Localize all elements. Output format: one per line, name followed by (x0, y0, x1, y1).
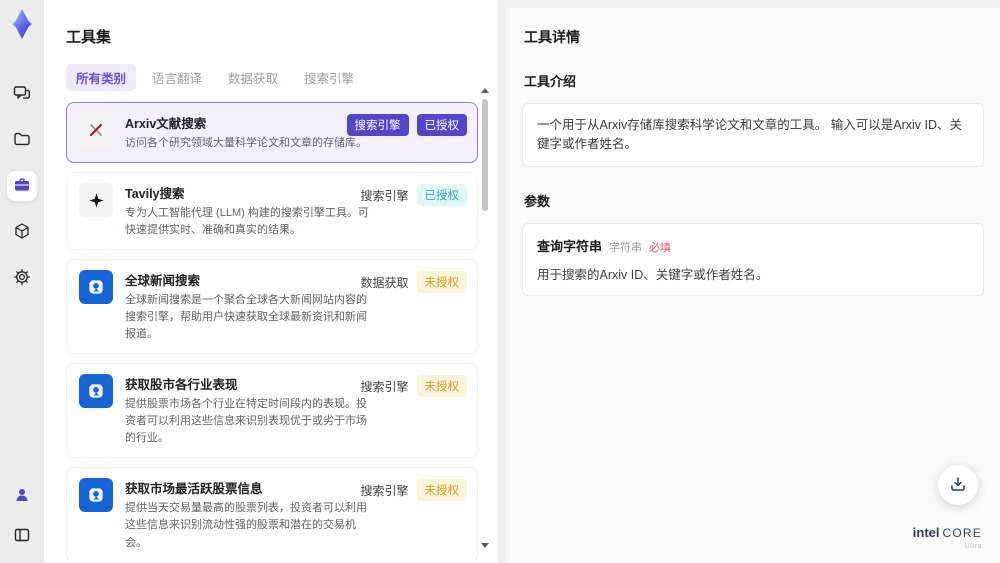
brand-intel: intel (912, 525, 940, 540)
detail-title: 工具详情 (524, 29, 580, 45)
tool-name: 获取股市各行业表现 (125, 378, 238, 393)
status-badge: 已授权 (416, 184, 467, 207)
gem-logo-icon (12, 9, 32, 39)
category-label: 搜索引擎 (360, 483, 409, 498)
tool-desc: 全球新闻搜索是一个聚合全球各大新闻网站内容的搜索引擎，帮助用户快速获取全球最新资… (125, 294, 367, 341)
tool-card-global-news[interactable]: 全球新闻搜索 全球新闻搜索是一个聚合全球各大新闻网站内容的搜索引擎，帮助用户快速… (66, 259, 478, 355)
sidebar (0, 0, 44, 563)
tool-tags: 数据获取 未授权 (360, 271, 467, 294)
tool-name: Tavily搜索 (125, 187, 185, 202)
parameter-required-badge: 必填 (649, 241, 672, 254)
tool-tags: 搜索引擎 已授权 (346, 114, 467, 136)
intro-card: 一个用于从Arxiv存储库搜索科学论文和文章的工具。 输入可以是Arxiv ID… (522, 103, 984, 167)
sidebar-item-panel-toggle[interactable] (7, 521, 37, 551)
parameter-name: 查询字符串 (537, 238, 603, 254)
app-window: 工具集 所有类别 语言翻译 数据获取 搜索引擎 Arxiv文献搜索 访问各个研究… (0, 0, 1000, 563)
person-icon (13, 486, 31, 507)
tool-tags: 搜索引擎 未授权 (360, 479, 467, 502)
panel-toggle-icon (13, 526, 31, 547)
tool-detail-panel: 工具详情 工具介绍 一个用于从Arxiv存储库搜索科学论文和文章的工具。 输入可… (506, 8, 1000, 563)
tool-desc: 提供股票市场各个行业在特定时间段内的表现。投资者可以利用这些信息来识别表现优于或… (125, 398, 367, 445)
status-badge: 未授权 (416, 375, 467, 398)
tool-name: Arxiv文献搜索 (125, 117, 207, 131)
category-badge: 搜索引擎 (346, 114, 409, 136)
app-logo[interactable] (7, 7, 37, 41)
tool-name: 获取市场最活跃股票信息 (125, 482, 263, 497)
tab-search-engine[interactable]: 搜索引擎 (294, 64, 364, 91)
stock-logo-icon (79, 478, 113, 513)
tool-card-arxiv[interactable]: Arxiv文献搜索 访问各个研究领域大量科学论文和文章的存储库。 搜索引擎 已授… (66, 102, 478, 164)
tab-data-fetch[interactable]: 数据获取 (218, 64, 288, 91)
scrollbar-thumb[interactable] (482, 99, 488, 211)
sidebar-item-settings[interactable] (7, 263, 37, 293)
sidebar-item-packages[interactable] (7, 217, 37, 247)
category-label: 数据获取 (360, 275, 409, 290)
parameter-desc: 用于搜索的Arxiv ID、关键字或作者姓名。 (537, 267, 769, 282)
sidebar-item-chat[interactable] (7, 79, 37, 109)
status-badge: 已授权 (416, 114, 467, 136)
parameter-card: 查询字符串 字符串 必填 用于搜索的Arxiv ID、关键字或作者姓名。 (522, 222, 984, 296)
sidebar-item-profile[interactable] (7, 481, 37, 511)
download-icon (949, 475, 967, 496)
tools-panel: 工具集 所有类别 语言翻译 数据获取 搜索引擎 Arxiv文献搜索 访问各个研究… (44, 0, 498, 563)
status-badge: 未授权 (416, 271, 467, 294)
brand-sub: Ultra (964, 543, 982, 550)
scroll-down-arrow[interactable] (481, 543, 489, 548)
tool-list: Arxiv文献搜索 访问各个研究领域大量科学论文和文章的存储库。 搜索引擎 已授… (66, 102, 478, 563)
status-badge: 未授权 (416, 479, 467, 502)
parameter-header: 查询字符串 字符串 必填 (537, 236, 969, 255)
tool-desc: 提供当天交易量最高的股票列表，投资者可以利用这些信息来识别流动性强的股票和潜在的… (125, 502, 367, 549)
sidebar-item-toolbox[interactable] (7, 171, 37, 201)
category-tabs: 所有类别 语言翻译 数据获取 搜索引擎 (66, 64, 474, 91)
category-label: 搜索引擎 (360, 188, 409, 203)
cube-icon (13, 222, 31, 243)
tab-language-translation[interactable]: 语言翻译 (142, 64, 212, 91)
sidebar-item-files[interactable] (7, 125, 37, 155)
tool-name: 全球新闻搜索 (125, 274, 201, 289)
tool-card-sector-performance[interactable]: 获取股市各行业表现 提供股票市场各个行业在特定时间段内的表现。投资者可以利用这些… (66, 363, 478, 459)
brand-core: CORE (942, 526, 982, 540)
stock-logo-icon (79, 374, 113, 409)
tool-card-active-stocks[interactable]: 获取市场最活跃股票信息 提供当天交易量最高的股票列表，投资者可以利用这些信息来识… (66, 467, 478, 563)
tool-tags: 搜索引擎 未授权 (360, 375, 467, 398)
tool-tags: 搜索引擎 已授权 (360, 184, 467, 207)
chat-icon (13, 84, 31, 105)
tool-card-tavily[interactable]: Tavily搜索 专为人工智能代理 (LLM) 构建的搜索引擎工具。可快速提供实… (66, 172, 478, 251)
intro-heading: 工具介绍 (524, 74, 577, 89)
page-title: 工具集 (66, 29, 112, 46)
params-heading: 参数 (524, 193, 551, 209)
list-scrollbar[interactable] (481, 88, 490, 548)
tab-all-categories[interactable]: 所有类别 (66, 64, 137, 91)
parameter-type: 字符串 (609, 241, 643, 254)
scroll-up-arrow[interactable] (481, 88, 489, 93)
sidebar-nav (7, 79, 37, 293)
tool-desc: 专为人工智能代理 (LLM) 构建的搜索引擎工具。可快速提供实时、准确和真实的结… (125, 207, 369, 237)
sidebar-bottom (7, 481, 37, 551)
tavily-star-logo-icon (79, 183, 113, 218)
arxiv-logo-icon (79, 113, 113, 147)
category-label: 搜索引擎 (360, 379, 409, 394)
intro-text: 一个用于从Arxiv存储库搜索科学论文和文章的工具。 输入可以是Arxiv ID… (537, 118, 963, 151)
news-logo-icon (79, 270, 113, 305)
toolbox-icon (13, 176, 31, 197)
gear-icon (13, 268, 31, 289)
intel-core-logo: intel CORE Ultra (913, 525, 982, 550)
tool-desc: 访问各个研究领域大量科学论文和文章的存储库。 (125, 137, 367, 149)
download-button[interactable] (938, 465, 978, 505)
folder-icon (13, 130, 31, 151)
